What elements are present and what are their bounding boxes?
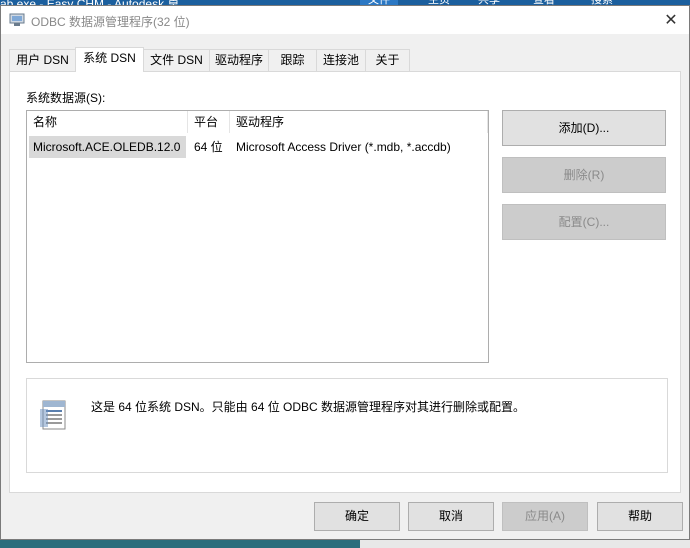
system-dsn-panel: 系统数据源(S): 名称 平台 驱动程序 Microsoft.ACE.OLEDB… (9, 71, 681, 493)
tab-system-dsn[interactable]: 系统 DSN (75, 47, 144, 72)
info-box: 这是 64 位系统 DSN。只能由 64 位 ODBC 数据源管理程序对其进行删… (26, 378, 668, 473)
info-text: 这是 64 位系统 DSN。只能由 64 位 ODBC 数据源管理程序对其进行删… (91, 400, 526, 414)
ok-button[interactable]: 确定 (314, 502, 400, 531)
database-icon (40, 400, 66, 430)
column-header-platform[interactable]: 平台 (188, 111, 230, 133)
list-header: 名称 平台 驱动程序 (27, 111, 488, 133)
tab-tracing[interactable]: 跟踪 (268, 49, 317, 71)
system-data-sources-label: 系统数据源(S): (26, 91, 106, 105)
row-name-cell: Microsoft.ACE.OLEDB.12.0 (29, 136, 186, 158)
odbc-dialog: ODBC 数据源管理程序(32 位) ✕ 用户 DSN 系统 DSN 文件 DS… (0, 5, 690, 540)
tab-drivers[interactable]: 驱动程序 (209, 49, 269, 71)
remove-button[interactable]: 删除(R) (502, 157, 666, 193)
configure-button[interactable]: 配置(C)... (502, 204, 666, 240)
cancel-button[interactable]: 取消 (408, 502, 494, 531)
row-platform-cell: 64 位 (194, 140, 223, 154)
background-bottom-right (360, 540, 690, 548)
help-button[interactable]: 帮助 (597, 502, 683, 531)
list-row[interactable]: Microsoft.ACE.OLEDB.12.0 64 位 Microsoft … (27, 136, 488, 158)
system-dsn-list[interactable]: 名称 平台 驱动程序 Microsoft.ACE.OLEDB.12.0 64 位… (26, 110, 489, 363)
tab-file-dsn[interactable]: 文件 DSN (143, 49, 210, 71)
column-header-name[interactable]: 名称 (27, 111, 188, 133)
column-header-driver[interactable]: 驱动程序 (230, 111, 488, 133)
apply-button[interactable]: 应用(A) (502, 502, 588, 531)
tab-user-dsn[interactable]: 用户 DSN (9, 49, 76, 71)
title-bar[interactable]: ODBC 数据源管理程序(32 位) ✕ (1, 6, 689, 34)
tab-connection-pooling[interactable]: 连接池 (316, 49, 366, 71)
close-icon: ✕ (664, 12, 678, 29)
window-title: ODBC 数据源管理程序(32 位) (31, 15, 190, 29)
row-driver-cell: Microsoft Access Driver (*.mdb, *.accdb) (236, 140, 451, 154)
tab-about[interactable]: 关于 (365, 49, 410, 71)
close-button[interactable]: ✕ (653, 6, 689, 34)
odbc-app-icon (9, 13, 25, 26)
add-button[interactable]: 添加(D)... (502, 110, 666, 146)
